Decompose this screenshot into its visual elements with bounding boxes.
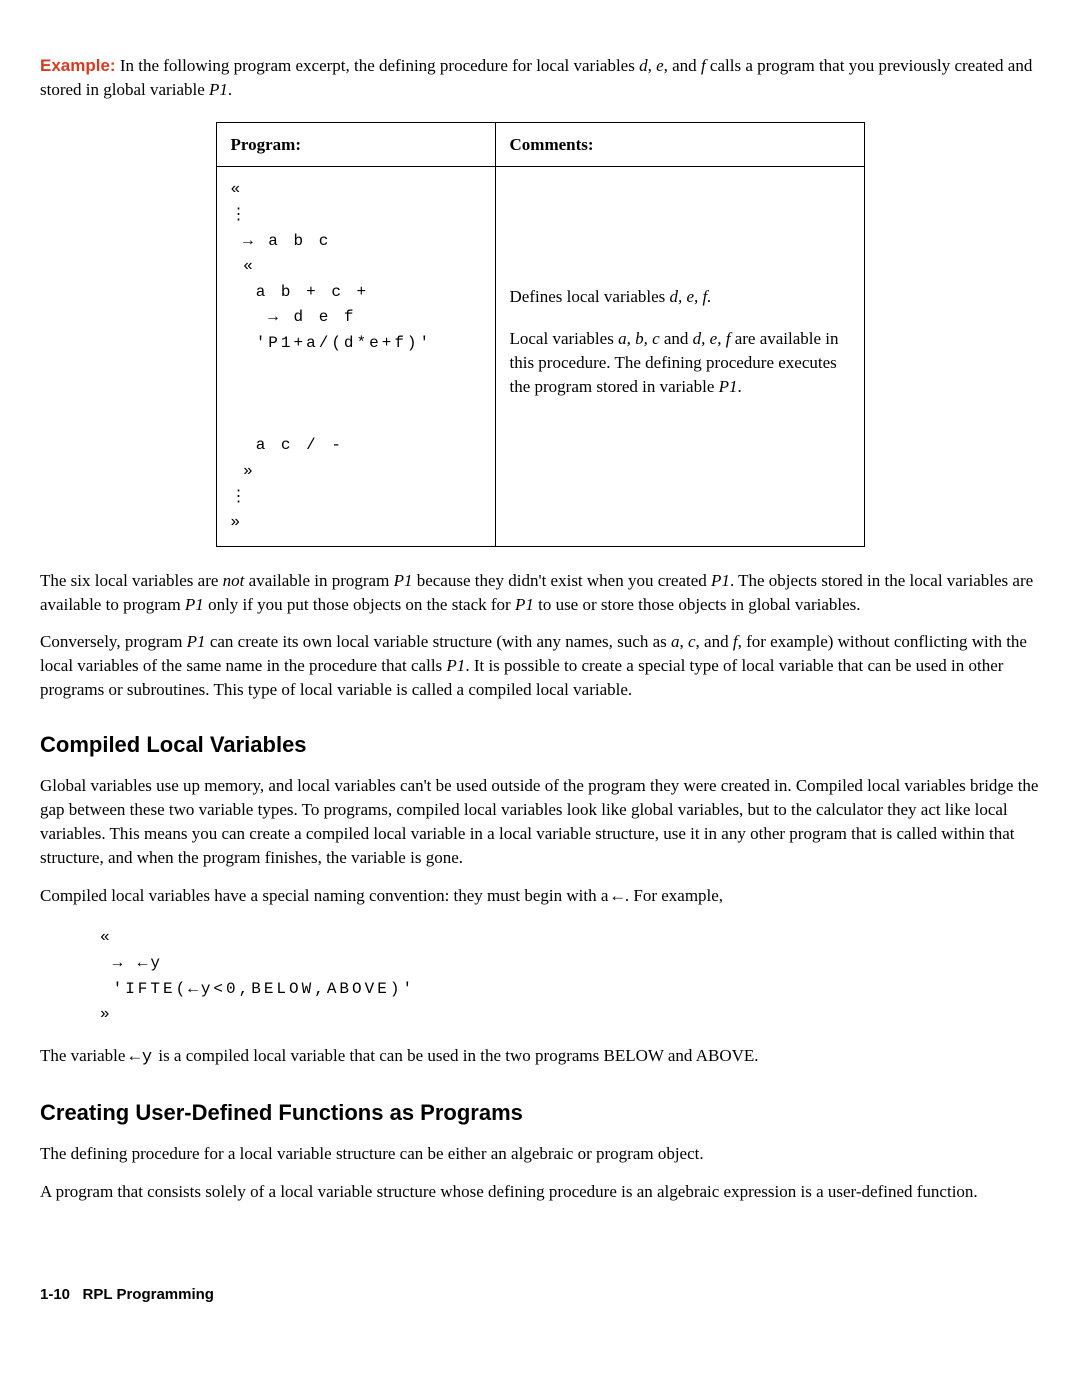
clv-code-example: « → ←y 'IFTE(←y<0,BELOW,ABOVE)' » xyxy=(100,925,1040,1027)
example-text-1: In the following program excerpt, the de… xyxy=(116,56,640,75)
clv-para1: Global variables use up memory, and loca… xyxy=(40,774,1040,869)
example-paragraph: Example: In the following program excerp… xyxy=(40,54,1040,102)
comments-cell: Defines local variables d, e, f. Local v… xyxy=(495,167,864,546)
para-not-available: The six local variables are not availabl… xyxy=(40,569,1040,617)
footer-title: RPL Programming xyxy=(83,1286,214,1303)
comma: , and xyxy=(664,56,701,75)
header-comments: Comments: xyxy=(495,122,864,167)
page-footer: 1-10 RPL Programming xyxy=(40,1284,1040,1305)
example-label: Example: xyxy=(40,56,116,75)
clv-para3: The variable ←y is a compiled local vari… xyxy=(40,1044,1040,1070)
header-program: Program: xyxy=(216,122,495,167)
program-cell: « ⋮ → a b c « a b + c + → d e f 'P1+a/(d… xyxy=(216,167,495,546)
clv-para2: Compiled local variables have a special … xyxy=(40,884,1040,910)
para-conversely: Conversely, program P1 can create its ow… xyxy=(40,630,1040,701)
left-arrow-symbol: ← xyxy=(613,888,625,907)
compiled-var-name: ←y xyxy=(130,1048,154,1067)
comma: , xyxy=(648,56,657,75)
heading-user-defined-functions: Creating User-Defined Functions as Progr… xyxy=(40,1098,1040,1129)
var-d: d xyxy=(639,56,648,75)
page-number: 1-10 xyxy=(40,1286,70,1303)
var-e: e xyxy=(656,56,664,75)
program-code: « ⋮ → a b c « a b + c + → d e f 'P1+a/(d… xyxy=(231,177,481,535)
comment-defines: Defines local variables d, e, f. xyxy=(510,285,850,309)
comment-available: Local variables a, b, c and d, e, f are … xyxy=(510,327,850,398)
udf-para1: The defining procedure for a local varia… xyxy=(40,1142,1040,1166)
program-table: Program: Comments: « ⋮ → a b c « a b + c… xyxy=(216,122,865,547)
period: . xyxy=(228,80,232,99)
heading-compiled-local-variables: Compiled Local Variables xyxy=(40,730,1040,761)
var-p1: P1 xyxy=(209,80,228,99)
udf-para2: A program that consists solely of a loca… xyxy=(40,1180,1040,1204)
